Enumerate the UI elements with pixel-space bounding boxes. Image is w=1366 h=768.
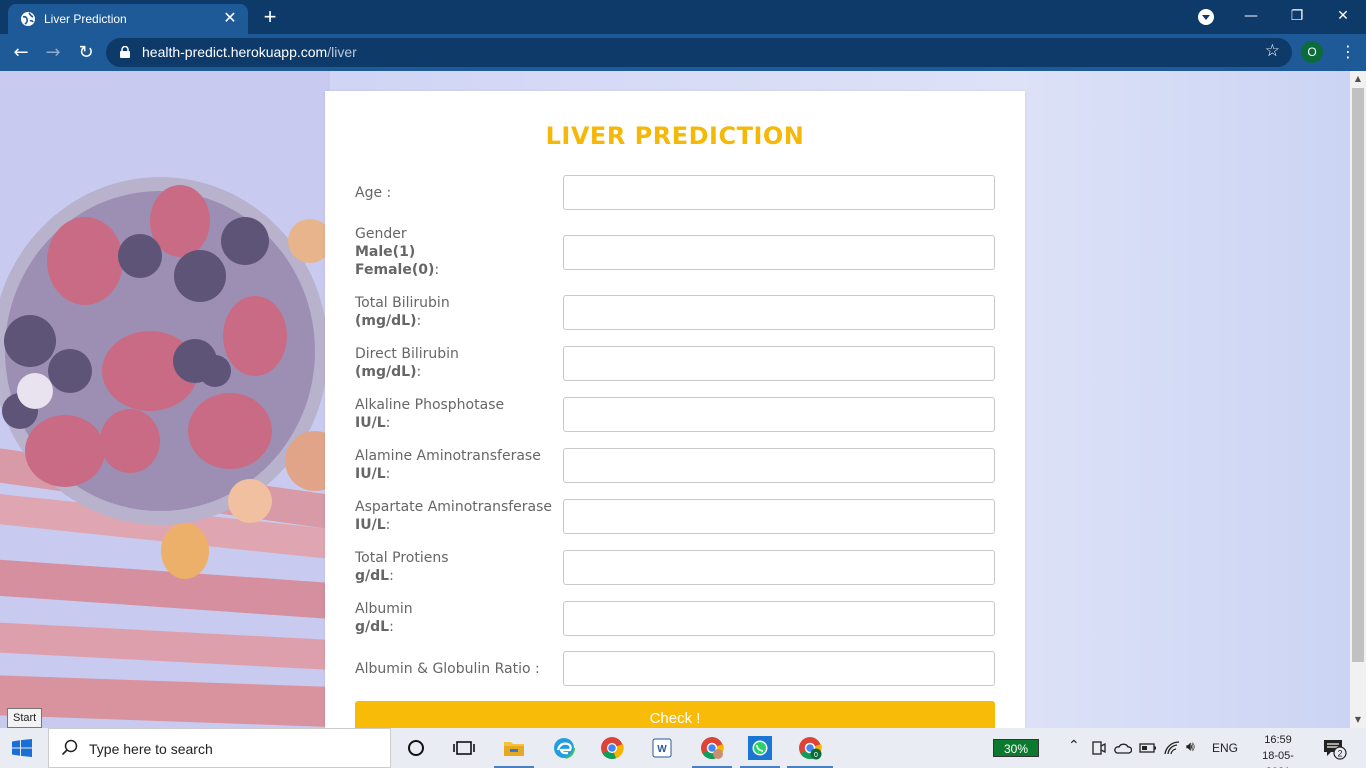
address-bar[interactable]: health-predict.herokuapp.com/liver ☆ <box>106 38 1292 67</box>
page-scrollbar[interactable]: ▲ ▼ <box>1350 71 1366 728</box>
globe-icon <box>21 12 35 26</box>
browser-tab[interactable]: Liver Prediction ✕ <box>8 4 248 34</box>
scroll-up-icon[interactable]: ▲ <box>1350 71 1366 87</box>
language-indicator[interactable]: ENG <box>1212 741 1238 755</box>
ag-ratio-input[interactable] <box>563 651 995 686</box>
chrome-icon[interactable] <box>600 736 624 760</box>
browser-tab-bar: Liver Prediction ✕ + — ❐ ✕ <box>0 0 1366 34</box>
notification-center-icon[interactable]: 2 <box>1323 738 1349 760</box>
albumin-input[interactable] <box>563 601 995 636</box>
alkaline-phosphotase-input[interactable] <box>563 397 995 432</box>
age-label: Age : <box>355 185 392 201</box>
total-bilirubin-label: Total Bilirubin (mg/dL): <box>355 295 450 329</box>
albumin-label: Albumin g/dL: <box>355 601 413 635</box>
total-protiens-label: Total Protiens g/dL: <box>355 550 449 584</box>
word-icon[interactable]: W <box>650 736 674 760</box>
restore-button[interactable]: ❐ <box>1282 4 1312 28</box>
windows-start-icon[interactable] <box>12 739 32 757</box>
battery-icon[interactable] <box>1139 742 1157 754</box>
total-protiens-input[interactable] <box>563 550 995 585</box>
notification-count: 2 <box>1337 749 1342 759</box>
close-window-button[interactable]: ✕ <box>1328 4 1358 28</box>
clock-date: 18-05-2021 <box>1262 750 1294 768</box>
whatsapp-icon[interactable] <box>748 736 772 760</box>
fruit-bowl-background-image <box>0 71 330 728</box>
start-tooltip: Start <box>7 708 43 728</box>
age-input[interactable] <box>563 175 995 210</box>
url-text: health-predict.herokuapp.com/liver <box>142 44 357 60</box>
scroll-thumb[interactable] <box>1352 88 1364 662</box>
aspartate-aminotransferase-label: Aspartate Aminotransferase IU/L: <box>355 499 553 533</box>
chrome-profile-icon[interactable] <box>700 736 724 760</box>
close-tab-icon[interactable]: ✕ <box>220 9 240 29</box>
aspartate-aminotransferase-input[interactable] <box>563 499 995 534</box>
search-icon <box>61 739 78 756</box>
tab-search-icon[interactable] <box>1198 9 1214 25</box>
onedrive-icon[interactable] <box>1114 741 1132 755</box>
minimize-button[interactable]: — <box>1236 4 1266 28</box>
bookmark-star-icon[interactable]: ☆ <box>1265 41 1280 61</box>
meet-now-icon[interactable] <box>1092 740 1106 756</box>
taskbar-search-box[interactable]: Type here to search <box>48 728 391 768</box>
alamine-aminotransferase-input[interactable] <box>563 448 995 483</box>
system-clock[interactable]: 16:59 18-05-2021 <box>1250 732 1306 768</box>
tab-title: Liver Prediction <box>44 12 127 26</box>
file-explorer-icon[interactable] <box>502 736 526 760</box>
direct-bilirubin-label: Direct Bilirubin (mg/dL): <box>355 346 459 380</box>
clock-time: 16:59 <box>1264 734 1292 746</box>
menu-kebab-icon[interactable]: ⋮ <box>1336 40 1360 64</box>
total-bilirubin-input[interactable] <box>563 295 995 330</box>
scroll-down-icon[interactable]: ▼ <box>1350 712 1366 728</box>
ag-ratio-label: Albumin & Globulin Ratio : <box>355 661 540 677</box>
tray-chevron-up-icon[interactable]: ⌃ <box>1068 737 1080 754</box>
check-button[interactable]: Check ! <box>355 701 995 728</box>
task-view-icon[interactable] <box>452 736 476 760</box>
gender-input[interactable] <box>563 235 995 270</box>
chrome-active-icon[interactable]: 0 <box>798 736 822 760</box>
battery-percent-badge[interactable]: 30% <box>993 739 1039 757</box>
search-placeholder: Type here to search <box>89 741 213 757</box>
cortana-icon[interactable] <box>404 736 428 760</box>
wifi-icon[interactable] <box>1163 740 1181 756</box>
direct-bilirubin-input[interactable] <box>563 346 995 381</box>
chrome-badge: 0 <box>814 752 818 759</box>
windows-taskbar: Type here to search W 0 30% ⌃ 🔊︎ ENG 16:… <box>0 728 1366 768</box>
browser-toolbar: ← → ↻ health-predict.herokuapp.com/liver… <box>0 34 1366 71</box>
gender-label: Gender Male(1) Female(0): <box>355 226 440 278</box>
page-viewport: LIVER PREDICTION Age : Gender Male(1) Fe… <box>0 71 1350 728</box>
volume-icon[interactable]: 🔊︎ <box>1186 738 1195 755</box>
profile-avatar[interactable]: O <box>1301 41 1323 63</box>
form-title: LIVER PREDICTION <box>545 122 805 150</box>
lock-icon <box>120 46 130 58</box>
svg-text:W: W <box>657 744 667 755</box>
new-tab-button[interactable]: + <box>258 6 282 30</box>
reload-icon[interactable]: ↻ <box>73 40 99 66</box>
alkaline-phosphotase-label: Alkaline Phosphotase IU/L: <box>355 397 505 431</box>
liver-prediction-form: LIVER PREDICTION Age : Gender Male(1) Fe… <box>325 91 1025 728</box>
back-icon[interactable]: ← <box>8 40 34 66</box>
edge-icon[interactable] <box>552 736 576 760</box>
alamine-aminotransferase-label: Alamine Aminotransferase IU/L: <box>355 448 541 482</box>
forward-icon[interactable]: → <box>40 40 66 66</box>
